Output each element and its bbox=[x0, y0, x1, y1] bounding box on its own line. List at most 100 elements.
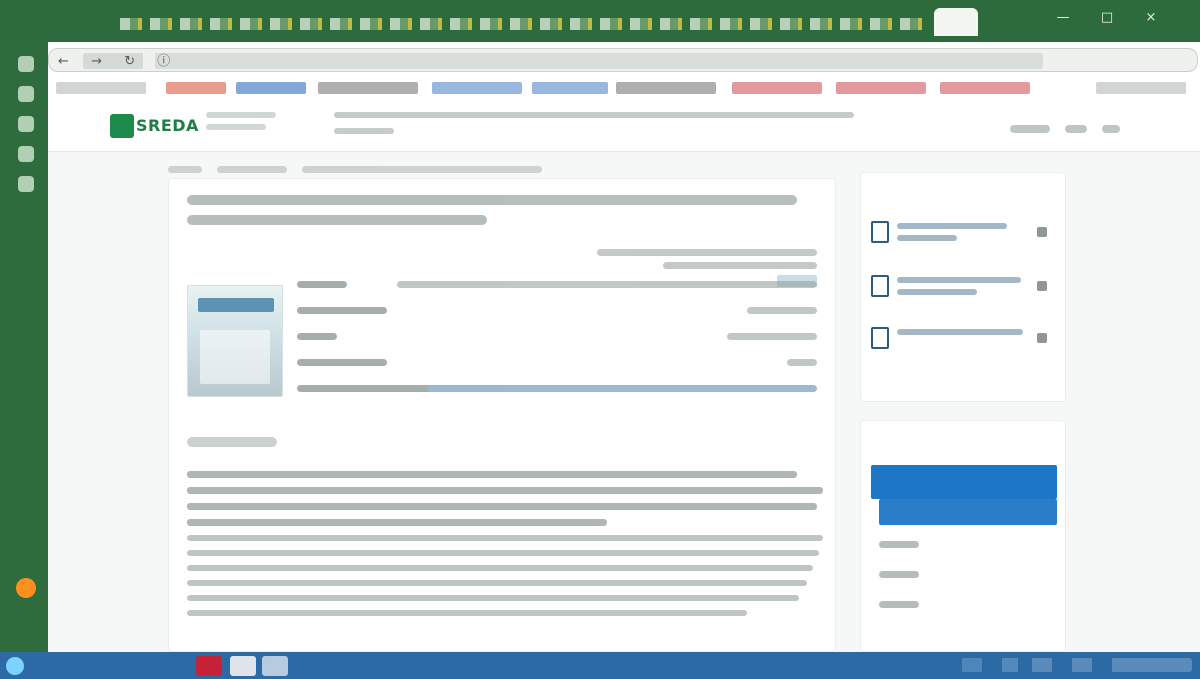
document-icon bbox=[871, 275, 889, 297]
header-action[interactable] bbox=[1010, 125, 1050, 133]
right-sidebar bbox=[860, 172, 1066, 652]
bookmark-item[interactable] bbox=[532, 82, 608, 94]
bookmark-item[interactable] bbox=[318, 82, 418, 94]
page-title bbox=[187, 195, 807, 241]
start-button[interactable] bbox=[6, 657, 24, 675]
issues-card bbox=[860, 420, 1066, 652]
address-text[interactable] bbox=[83, 53, 1043, 69]
bookmark-item[interactable] bbox=[432, 82, 522, 94]
bookmark-item[interactable] bbox=[1096, 82, 1186, 94]
document-title[interactable] bbox=[897, 277, 1021, 301]
document-item[interactable] bbox=[871, 217, 1057, 263]
open-access-line bbox=[663, 262, 817, 269]
meta-row bbox=[297, 301, 817, 321]
minimize-icon[interactable]: — bbox=[1052, 10, 1074, 28]
download-icon[interactable] bbox=[1037, 281, 1047, 291]
site-logo-icon[interactable] bbox=[110, 114, 134, 138]
breadcrumb-item bbox=[302, 166, 543, 173]
description-line bbox=[187, 487, 823, 494]
site-logo-text[interactable]: SREDA bbox=[136, 116, 216, 135]
section-title bbox=[187, 437, 407, 455]
nav-buttons: ← → ↻ ⓘ bbox=[58, 50, 218, 69]
sidebar-app-icon[interactable] bbox=[16, 578, 36, 598]
address-bar[interactable] bbox=[48, 48, 1198, 72]
title-line bbox=[187, 215, 487, 225]
description-line bbox=[187, 595, 799, 601]
doi-block bbox=[597, 249, 817, 287]
active-tab[interactable] bbox=[934, 8, 978, 36]
document-item[interactable] bbox=[871, 271, 1057, 317]
top-nav-row[interactable] bbox=[334, 128, 394, 134]
contact-line bbox=[206, 124, 266, 130]
title-line bbox=[187, 195, 797, 205]
issue-selected[interactable] bbox=[871, 465, 1057, 499]
description-line bbox=[187, 519, 607, 526]
description-line bbox=[187, 550, 819, 556]
taskbar-app-icon[interactable] bbox=[230, 656, 256, 676]
download-icon[interactable] bbox=[1037, 227, 1047, 237]
taskbar bbox=[0, 652, 1200, 679]
browser-window: — □ × ← → ↻ ⓘ SREDA bbox=[0, 0, 1200, 679]
breadcrumb-item[interactable] bbox=[168, 166, 202, 173]
close-icon[interactable]: × bbox=[1140, 10, 1162, 28]
left-sidebar bbox=[0, 42, 48, 668]
meta-row bbox=[297, 327, 817, 347]
documents-card bbox=[860, 172, 1066, 402]
maximize-icon[interactable]: □ bbox=[1096, 10, 1118, 28]
site-header: SREDA bbox=[48, 100, 1200, 152]
tab-icons-row[interactable] bbox=[120, 18, 930, 30]
issue-subitem[interactable] bbox=[879, 499, 1057, 525]
description-line bbox=[187, 580, 807, 586]
bookmark-item[interactable] bbox=[616, 82, 716, 94]
description-line bbox=[187, 610, 747, 616]
publication-meta bbox=[187, 249, 817, 419]
taskbar-app-icon[interactable] bbox=[262, 656, 288, 676]
issue-item[interactable] bbox=[879, 531, 1049, 557]
header-action[interactable] bbox=[1102, 125, 1121, 133]
taskbar-app-icon[interactable] bbox=[196, 656, 222, 676]
contact-line bbox=[206, 112, 276, 118]
doi-line[interactable] bbox=[597, 249, 817, 256]
bookmark-item[interactable] bbox=[732, 82, 822, 94]
breadcrumb-item[interactable] bbox=[217, 166, 288, 173]
document-icon bbox=[871, 221, 889, 243]
bookmark-item[interactable] bbox=[166, 82, 226, 94]
bookmark-item[interactable] bbox=[236, 82, 306, 94]
bookmark-item[interactable] bbox=[940, 82, 1030, 94]
document-title[interactable] bbox=[897, 223, 1017, 247]
document-item[interactable] bbox=[871, 323, 1057, 369]
sidebar-app-icon[interactable] bbox=[18, 176, 34, 192]
site-info-icon[interactable]: ⓘ bbox=[157, 55, 171, 69]
tab-strip[interactable]: — □ × bbox=[0, 0, 1200, 42]
sidebar-app-icon[interactable] bbox=[18, 116, 34, 132]
system-tray[interactable] bbox=[922, 658, 1192, 672]
meta-row bbox=[297, 379, 817, 399]
bookmarks-bar bbox=[56, 78, 1196, 98]
document-title[interactable] bbox=[897, 329, 1023, 353]
sidebar-app-icon[interactable] bbox=[18, 146, 34, 162]
document-icon bbox=[871, 327, 889, 349]
header-actions bbox=[1010, 118, 1150, 134]
conference-card bbox=[168, 178, 836, 652]
top-navigation bbox=[334, 112, 854, 144]
sidebar-app-icon[interactable] bbox=[18, 86, 34, 102]
header-action[interactable] bbox=[1065, 125, 1088, 133]
bookmark-item[interactable] bbox=[56, 82, 146, 94]
description-line bbox=[187, 565, 813, 571]
back-icon[interactable]: ← bbox=[58, 55, 72, 69]
issue-item[interactable] bbox=[879, 591, 1049, 617]
issue-item[interactable] bbox=[879, 561, 1049, 587]
bookmark-item[interactable] bbox=[836, 82, 926, 94]
description-line bbox=[187, 535, 823, 541]
cover-image bbox=[187, 285, 283, 397]
breadcrumb bbox=[168, 158, 588, 173]
forward-icon[interactable]: → bbox=[91, 55, 105, 69]
contacts bbox=[206, 112, 306, 138]
download-icon[interactable] bbox=[1037, 333, 1047, 343]
meta-row bbox=[297, 275, 817, 295]
description-line bbox=[187, 471, 797, 478]
reload-icon[interactable]: ↻ bbox=[124, 55, 138, 69]
description bbox=[187, 471, 825, 651]
sidebar-app-icon[interactable] bbox=[18, 56, 34, 72]
top-nav-row[interactable] bbox=[334, 112, 854, 118]
